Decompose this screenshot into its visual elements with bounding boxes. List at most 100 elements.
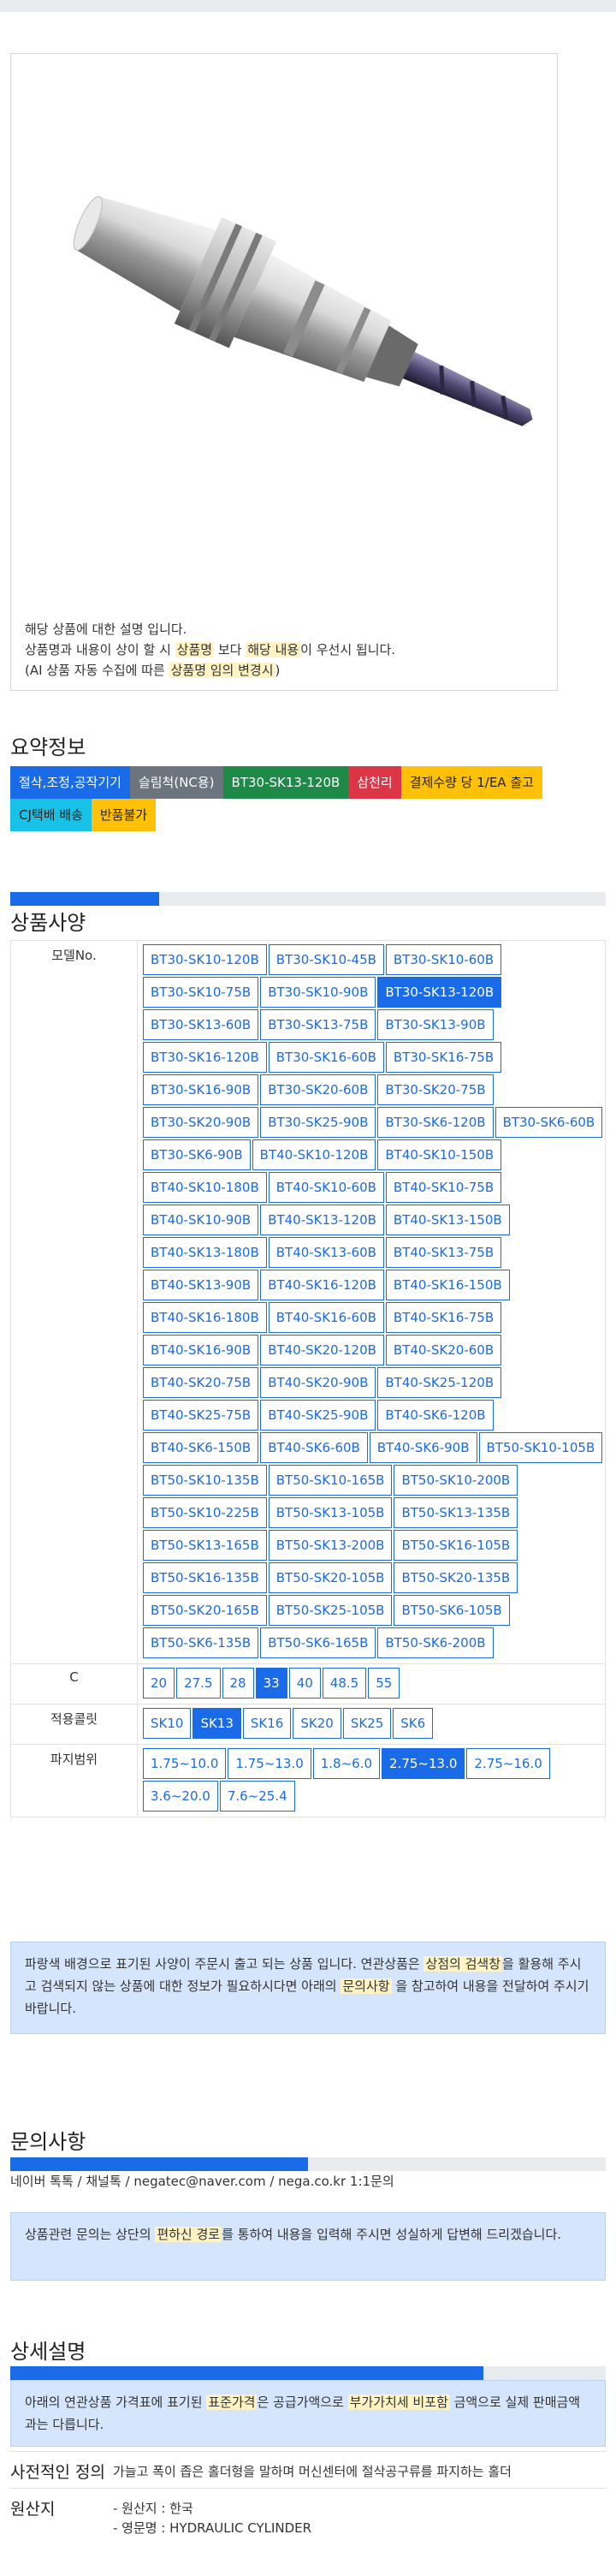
- summary-tag: 슬림척(NC용): [129, 766, 223, 799]
- option-button[interactable]: 55: [368, 1668, 400, 1698]
- option-button[interactable]: BT40-SK13-120B: [260, 1205, 384, 1235]
- option-button[interactable]: BT30-SK20-90B: [143, 1107, 259, 1138]
- option-button[interactable]: BT40-SK16-75B: [385, 1302, 502, 1333]
- option-button[interactable]: BT40-SK16-120B: [260, 1270, 384, 1300]
- option-button[interactable]: BT30-SK13-60B: [143, 1009, 259, 1040]
- option-button[interactable]: 27.5: [176, 1668, 221, 1698]
- option-button[interactable]: BT30-SK16-120B: [143, 1042, 267, 1073]
- option-button[interactable]: BT50-SK10-165B: [268, 1465, 393, 1496]
- option-button[interactable]: BT50-SK20-165B: [143, 1595, 267, 1626]
- option-button[interactable]: 40: [288, 1668, 321, 1698]
- summary-title: 요약정보: [10, 735, 86, 759]
- option-button[interactable]: SK6: [393, 1708, 434, 1739]
- option-button[interactable]: SK10: [143, 1708, 192, 1739]
- option-button[interactable]: BT40-SK10-150B: [377, 1139, 502, 1170]
- detail-value-line: - 영문명 : HYDRAULIC CYLINDER: [113, 2520, 312, 2536]
- option-button[interactable]: BT30-SK20-60B: [260, 1074, 376, 1105]
- option-button[interactable]: BT40-SK25-120B: [377, 1367, 502, 1398]
- option-button[interactable]: BT30-SK13-75B: [260, 1009, 376, 1040]
- option-button[interactable]: BT50-SK10-200B: [394, 1465, 518, 1496]
- specs-title: 상품사양: [10, 911, 86, 935]
- spec-row-grip-range: 파지범위 1.75~10.0 1.75~13.0 1.8~6.0 2.75~13.0 2.…: [10, 1744, 606, 1817]
- option-button[interactable]: BT50-SK16-135B: [143, 1562, 267, 1593]
- option-button[interactable]: BT30-SK10-60B: [385, 944, 502, 975]
- option-button[interactable]: BT50-SK13-105B: [268, 1497, 393, 1528]
- option-button[interactable]: BT40-SK6-90B: [369, 1432, 477, 1463]
- option-button[interactable]: 7.6~25.4: [219, 1781, 295, 1812]
- option-button[interactable]: SK20: [293, 1708, 341, 1739]
- option-button[interactable]: BT40-SK20-60B: [385, 1335, 502, 1365]
- option-button[interactable]: BT40-SK20-75B: [143, 1367, 259, 1398]
- option-button[interactable]: BT40-SK13-75B: [385, 1237, 502, 1268]
- option-button[interactable]: BT40-SK10-75B: [385, 1172, 502, 1203]
- option-button[interactable]: BT50-SK20-105B: [268, 1562, 393, 1593]
- option-button[interactable]: 1.75~13.0: [228, 1748, 311, 1779]
- option-button[interactable]: BT50-SK13-200B: [268, 1530, 393, 1561]
- option-button[interactable]: BT40-SK16-180B: [143, 1302, 267, 1333]
- option-button[interactable]: 28: [222, 1668, 254, 1698]
- option-button[interactable]: BT40-SK16-90B: [143, 1335, 259, 1365]
- option-button[interactable]: BT40-SK20-90B: [260, 1367, 376, 1398]
- option-button[interactable]: BT50-SK6-105B: [394, 1595, 510, 1626]
- option-button[interactable]: BT30-SK13-120B: [377, 977, 502, 1008]
- option-button[interactable]: SK16: [242, 1708, 292, 1739]
- option-button[interactable]: SK13: [192, 1708, 241, 1739]
- option-button[interactable]: 1.75~10.0: [143, 1748, 227, 1779]
- option-button[interactable]: BT30-SK6-90B: [143, 1139, 251, 1170]
- option-button[interactable]: 1.8~6.0: [312, 1748, 381, 1779]
- option-button[interactable]: 2.75~13.0: [382, 1748, 465, 1779]
- option-button[interactable]: BT50-SK20-135B: [394, 1562, 518, 1593]
- option-button[interactable]: SK25: [342, 1708, 392, 1739]
- option-button[interactable]: BT40-SK25-75B: [143, 1400, 259, 1431]
- option-button[interactable]: 33: [255, 1668, 287, 1698]
- option-button[interactable]: BT50-SK13-165B: [143, 1530, 267, 1561]
- option-button[interactable]: BT50-SK10-105B: [478, 1432, 603, 1463]
- option-button[interactable]: BT40-SK6-150B: [143, 1432, 259, 1463]
- detail-value: 가늘고 폭이 좁은 홀더형을 말하며 머신센터에 절삭공구류를 파지하는 홀더: [113, 2451, 606, 2489]
- option-button[interactable]: BT40-SK6-60B: [260, 1432, 368, 1463]
- option-button[interactable]: BT50-SK6-200B: [377, 1627, 494, 1658]
- spec-table: 모델No. BT30-SK10-120B BT30-SK10-45B BT30-SK1…: [10, 940, 606, 1817]
- option-button[interactable]: BT40-SK20-120B: [260, 1335, 384, 1365]
- option-button[interactable]: BT40-SK16-60B: [268, 1302, 384, 1333]
- option-button[interactable]: 3.6~20.0: [143, 1781, 218, 1812]
- option-button[interactable]: BT40-SK25-90B: [260, 1400, 376, 1431]
- option-button[interactable]: BT40-SK13-150B: [385, 1205, 510, 1235]
- option-button[interactable]: BT40-SK6-120B: [377, 1400, 494, 1431]
- option-button[interactable]: 2.75~16.0: [466, 1748, 550, 1779]
- option-button[interactable]: BT30-SK20-75B: [377, 1074, 494, 1105]
- product-note-line2: 상품명과 내용이 상이 할 시 상품명 보다 해당 내용 이 우선시 됩니다.: [25, 642, 396, 657]
- inquiry-progress-fill: [10, 2157, 308, 2171]
- option-button[interactable]: 20: [143, 1668, 175, 1698]
- option-button[interactable]: BT30-SK10-45B: [268, 944, 384, 975]
- option-button[interactable]: BT30-SK16-90B: [143, 1074, 259, 1105]
- option-button[interactable]: BT40-SK10-120B: [252, 1139, 376, 1170]
- option-button[interactable]: BT50-SK16-105B: [394, 1530, 518, 1561]
- option-button[interactable]: BT30-SK13-90B: [377, 1009, 494, 1040]
- option-button[interactable]: BT40-SK13-180B: [143, 1237, 267, 1268]
- option-button[interactable]: BT50-SK10-135B: [143, 1465, 267, 1496]
- option-button[interactable]: BT30-SK10-120B: [143, 944, 267, 975]
- option-button[interactable]: BT50-SK25-105B: [268, 1595, 393, 1626]
- option-button[interactable]: BT30-SK10-75B: [143, 977, 259, 1008]
- option-button[interactable]: BT50-SK10-225B: [143, 1497, 267, 1528]
- option-button[interactable]: BT30-SK25-90B: [260, 1107, 376, 1138]
- option-button[interactable]: BT30-SK6-120B: [377, 1107, 494, 1138]
- option-button[interactable]: BT30-SK16-75B: [385, 1042, 502, 1073]
- option-button[interactable]: BT40-SK10-60B: [268, 1172, 384, 1203]
- option-button[interactable]: BT40-SK13-90B: [143, 1270, 259, 1300]
- option-button[interactable]: BT40-SK10-180B: [143, 1172, 267, 1203]
- option-button[interactable]: BT30-SK6-60B: [495, 1107, 603, 1138]
- option-button[interactable]: 48.5: [322, 1668, 367, 1698]
- option-button[interactable]: BT40-SK16-150B: [385, 1270, 510, 1300]
- option-button[interactable]: BT40-SK13-60B: [268, 1237, 384, 1268]
- option-button[interactable]: BT50-SK6-165B: [260, 1627, 376, 1658]
- option-button[interactable]: BT50-SK13-135B: [394, 1497, 518, 1528]
- spec-options: BT30-SK10-120B BT30-SK10-45B BT30-SK10-60B…: [137, 940, 606, 1664]
- option-button[interactable]: BT30-SK10-90B: [260, 977, 376, 1008]
- option-button[interactable]: BT40-SK10-90B: [143, 1205, 259, 1235]
- highlight: 상점의 검색창: [424, 1956, 503, 1972]
- option-button[interactable]: BT30-SK16-60B: [268, 1042, 384, 1073]
- option-button[interactable]: BT50-SK6-135B: [143, 1627, 259, 1658]
- contact-links[interactable]: 네이버 톡톡 / 채널톡 / negatec@naver.com / nega.…: [10, 2172, 394, 2190]
